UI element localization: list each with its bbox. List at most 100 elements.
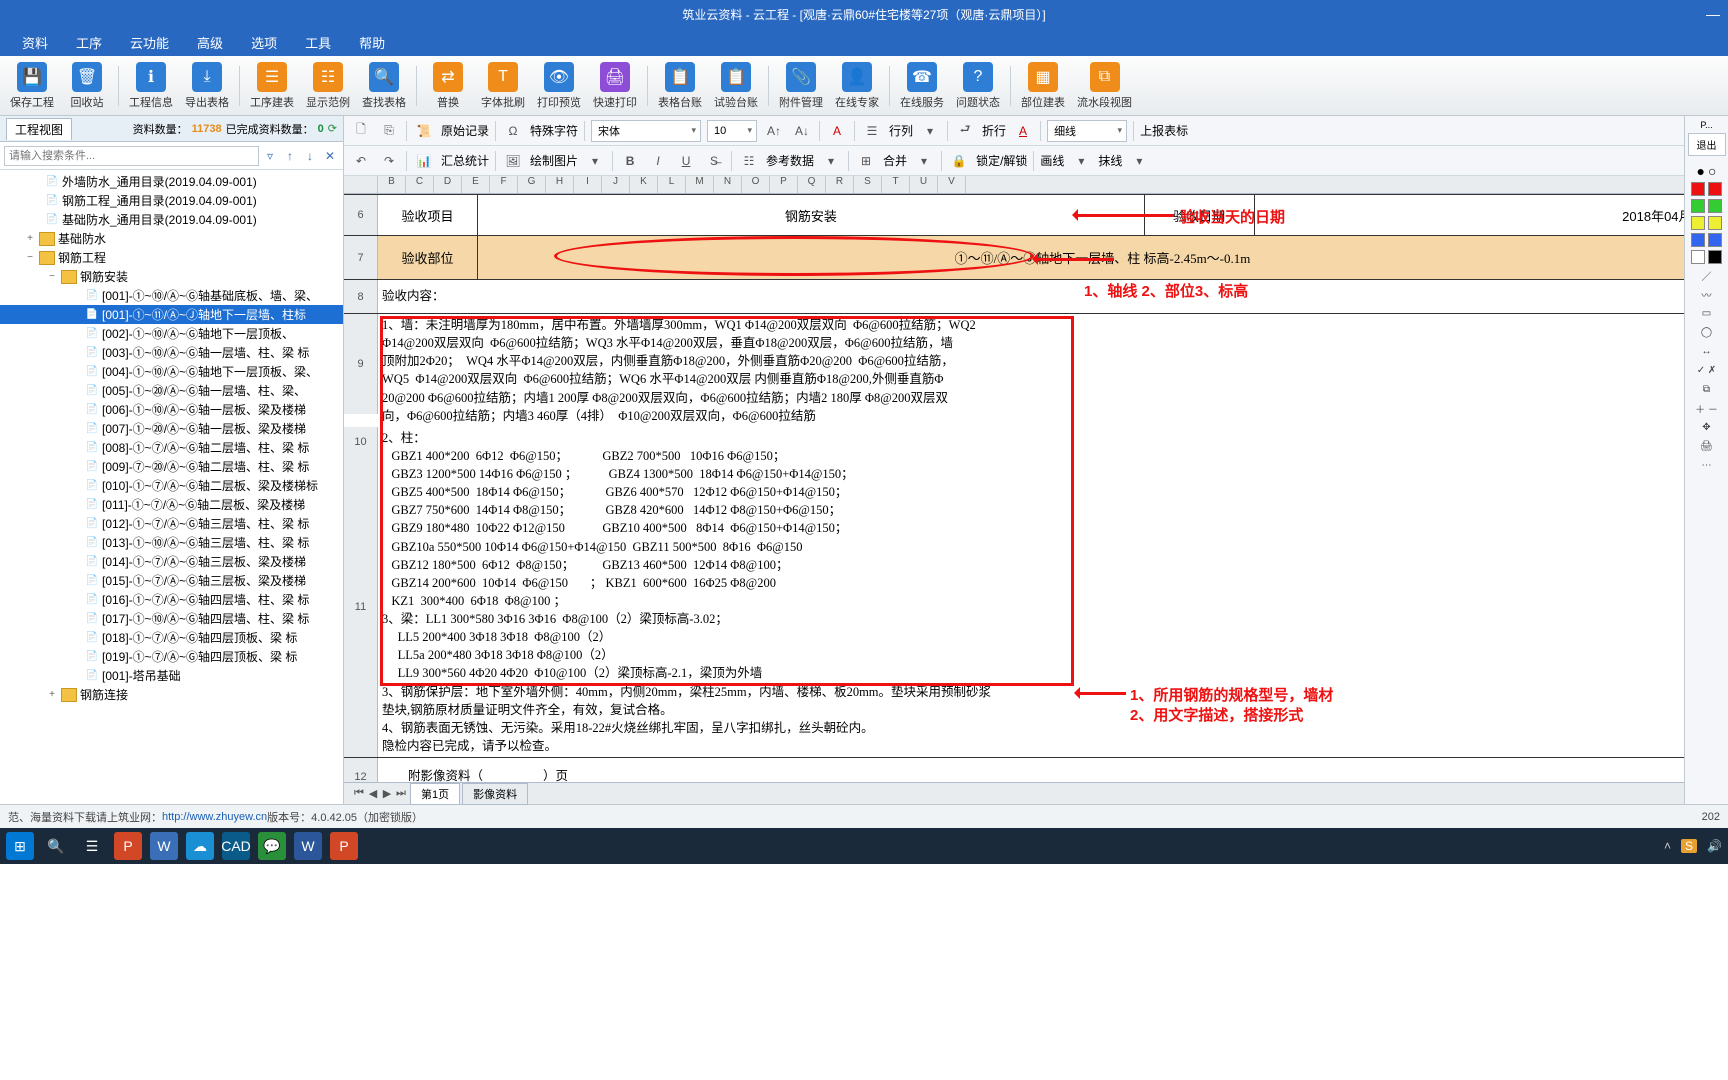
value-check-location[interactable]: ①～⑪/Ⓐ～Ⓙ轴地下一层墙、柱 标高-2.45m～-0.1m bbox=[478, 236, 1728, 279]
minimize-icon[interactable]: — bbox=[1706, 6, 1720, 22]
col-header[interactable]: R bbox=[826, 176, 854, 193]
tree-node[interactable]: 📄[019]-①~⑦/Ⓐ~Ⓖ轴四层顶板、梁 标 bbox=[0, 647, 343, 666]
chevron-down-icon[interactable]: ▾ bbox=[584, 150, 606, 172]
tree-node[interactable]: +钢筋连接 bbox=[0, 685, 343, 704]
tree-node[interactable]: 📄[009]-⑦~⑳/Ⓐ~Ⓖ轴二层墙、柱、梁 标 bbox=[0, 457, 343, 476]
ppt2-icon[interactable]: P bbox=[330, 832, 358, 860]
close-icon[interactable]: ✕ bbox=[321, 147, 339, 165]
refresh-icon[interactable]: ⟳ bbox=[328, 122, 337, 135]
col-header[interactable]: M bbox=[686, 176, 714, 193]
toolbar-附件管理[interactable]: 📎附件管理 bbox=[773, 60, 829, 112]
tab-next-icon[interactable]: ▶ bbox=[380, 787, 394, 800]
col-header[interactable]: N bbox=[714, 176, 742, 193]
picture-icon[interactable]: 🖼 bbox=[502, 150, 524, 172]
tree-node[interactable]: 📄钢筋工程_通用目录(2019.04.09-001) bbox=[0, 191, 343, 210]
swatch-red[interactable] bbox=[1691, 182, 1705, 196]
toolbar-工序建表[interactable]: ☰工序建表 bbox=[244, 60, 300, 112]
swatch-green2[interactable] bbox=[1708, 199, 1722, 213]
wps-icon[interactable]: W bbox=[150, 832, 178, 860]
powerpoint-icon[interactable]: P bbox=[114, 832, 142, 860]
col-header[interactable]: G bbox=[518, 176, 546, 193]
btn-fold[interactable]: 折行 bbox=[982, 122, 1006, 139]
col-header[interactable]: F bbox=[490, 176, 518, 193]
tab-project-view[interactable]: 工程视图 bbox=[6, 118, 72, 140]
menu-云功能[interactable]: 云功能 bbox=[116, 29, 183, 56]
tree-node[interactable]: 📄[007]-①~⑳/Ⓐ~Ⓖ轴一层板、梁及楼梯 bbox=[0, 419, 343, 438]
tree-node[interactable]: 📄基础防水_通用目录(2019.04.09-001) bbox=[0, 210, 343, 229]
col-header[interactable]: D bbox=[434, 176, 462, 193]
fontsize-select[interactable]: 10 bbox=[707, 120, 757, 142]
undo-icon[interactable]: ↶ bbox=[350, 150, 372, 172]
underline-a-icon[interactable]: A bbox=[1012, 120, 1034, 142]
tree-node[interactable]: −钢筋安装 bbox=[0, 267, 343, 286]
btn-drawpic[interactable]: 绘制图片 bbox=[530, 152, 578, 169]
swatch-white[interactable] bbox=[1691, 250, 1705, 264]
wechat-icon[interactable]: 💬 bbox=[258, 832, 286, 860]
btn-paint-line[interactable]: 画线 bbox=[1040, 152, 1064, 169]
col-header[interactable]: K bbox=[630, 176, 658, 193]
start-icon[interactable]: ⊞ bbox=[6, 832, 34, 860]
btn-special-char[interactable]: 特殊字符 bbox=[530, 122, 578, 139]
search-input[interactable] bbox=[4, 146, 259, 166]
col-header[interactable]: S bbox=[854, 176, 882, 193]
merge-icon[interactable]: ⊞ bbox=[855, 150, 877, 172]
cad-icon[interactable]: CAD bbox=[222, 832, 250, 860]
tree-node[interactable]: 📄[013]-①~⑩/Ⓐ~Ⓖ轴三层墙、柱、梁 标 bbox=[0, 533, 343, 552]
col-header[interactable]: V bbox=[938, 176, 966, 193]
tab-images[interactable]: 影像资料 bbox=[462, 783, 528, 805]
spreadsheet-body[interactable]: 6 验收项目 钢筋安装 验收日期 2018年04月21日 7 验收部位 ①～⑪/… bbox=[344, 194, 1728, 782]
tree-node[interactable]: 📄[018]-①~⑦/Ⓐ~Ⓖ轴四层顶板、梁 标 bbox=[0, 628, 343, 647]
cloud-icon[interactable]: ☁ bbox=[186, 832, 214, 860]
redo-icon[interactable]: ↷ bbox=[378, 150, 400, 172]
swatch-yellow[interactable] bbox=[1691, 216, 1705, 230]
btn-merge[interactable]: 合并 bbox=[883, 152, 907, 169]
curve-icon[interactable]: 〰 bbox=[1691, 286, 1723, 302]
tree-node[interactable]: 📄[011]-①~⑦/Ⓐ~Ⓖ轴二层板、梁及楼梯 bbox=[0, 495, 343, 514]
toolbar-部位建表[interactable]: ▦部位建表 bbox=[1015, 60, 1071, 112]
taskview-icon[interactable]: ☰ bbox=[78, 832, 106, 860]
toolbar-流水段视图[interactable]: ⧉流水段视图 bbox=[1071, 60, 1138, 112]
toolbar-字体批刷[interactable]: T字体批刷 bbox=[475, 60, 531, 112]
swatch-red2[interactable] bbox=[1708, 182, 1722, 196]
search-icon[interactable]: 🔍 bbox=[42, 832, 70, 860]
crop-icon[interactable]: ⧉ bbox=[1691, 381, 1723, 397]
exit-button[interactable]: 退出 bbox=[1688, 133, 1726, 156]
text-color-icon[interactable]: A bbox=[826, 120, 848, 142]
tree-node[interactable]: 📄[001]-①~⑩/Ⓐ~Ⓖ轴基础底板、墙、梁、 bbox=[0, 286, 343, 305]
toolbar-在线专家[interactable]: 👤在线专家 bbox=[829, 60, 885, 112]
toolbar-问题状态[interactable]: ?问题状态 bbox=[950, 60, 1006, 112]
tree-node[interactable]: 📄[014]-①~⑦/Ⓐ~Ⓖ轴三层板、梁及楼梯 bbox=[0, 552, 343, 571]
attachment-row[interactable]: 附影像资料（ ）页 bbox=[378, 758, 1728, 782]
sort-down-icon[interactable]: ↓ bbox=[301, 147, 319, 165]
toolbar-表格台账[interactable]: 📋表格台账 bbox=[652, 60, 708, 112]
omega-icon[interactable]: Ω bbox=[502, 120, 524, 142]
tree-node[interactable]: 📄[001]-塔吊基础 bbox=[0, 666, 343, 685]
col-header[interactable]: O bbox=[742, 176, 770, 193]
col-header[interactable]: I bbox=[574, 176, 602, 193]
strike-icon[interactable]: S̶ bbox=[703, 150, 725, 172]
btn-sumstat[interactable]: 汇总统计 bbox=[441, 152, 489, 169]
tree-node[interactable]: 📄[012]-①~⑦/Ⓐ~Ⓖ轴三层墙、柱、梁 标 bbox=[0, 514, 343, 533]
toolbar-回收站[interactable]: 🗑回收站 bbox=[60, 60, 114, 112]
project-tree[interactable]: 📄外墙防水_通用目录(2019.04.09-001)📄钢筋工程_通用目录(201… bbox=[0, 170, 343, 804]
col-header[interactable]: J bbox=[602, 176, 630, 193]
lock-icon[interactable]: 🔒 bbox=[948, 150, 970, 172]
col-header[interactable]: P bbox=[770, 176, 798, 193]
toolbar-打印预览[interactable]: 👁打印预览 bbox=[531, 60, 587, 112]
toolbar-查找表格[interactable]: 🔍查找表格 bbox=[356, 60, 412, 112]
menu-选项[interactable]: 选项 bbox=[237, 29, 291, 56]
btn-upload-form[interactable]: 上报表标 bbox=[1140, 122, 1188, 139]
toolbar-工程信息[interactable]: ℹ工程信息 bbox=[123, 60, 179, 112]
btn-rowcol[interactable]: 行列 bbox=[889, 122, 913, 139]
content-wall-spec[interactable]: 1、墙：未注明墙厚为180mm，居中布置。外墙墙厚300mm，WQ1 Φ14@2… bbox=[378, 314, 1728, 427]
value-check-date[interactable]: 2018年04月21日 bbox=[1255, 195, 1728, 235]
italic-icon[interactable]: I bbox=[647, 150, 669, 172]
tree-node[interactable]: 📄[016]-①~⑦/Ⓐ~Ⓖ轴四层墙、柱、梁 标 bbox=[0, 590, 343, 609]
content-column-beam-spec[interactable]: 2、柱： GBZ1 400*200 6Φ12 Φ6@150； GBZ2 700*… bbox=[378, 427, 1728, 757]
tree-node[interactable]: 📄[008]-①~⑦/Ⓐ~Ⓖ轴二层墙、柱、梁 标 bbox=[0, 438, 343, 457]
chevron-down-icon[interactable]: ▾ bbox=[919, 120, 941, 142]
new-icon[interactable]: 🗋 bbox=[350, 120, 372, 142]
tray-vol-icon[interactable]: 🔊 bbox=[1707, 839, 1722, 853]
add-icon[interactable]: ＋ － bbox=[1691, 400, 1723, 416]
chevron-down-icon[interactable]: ▾ bbox=[1070, 150, 1092, 172]
